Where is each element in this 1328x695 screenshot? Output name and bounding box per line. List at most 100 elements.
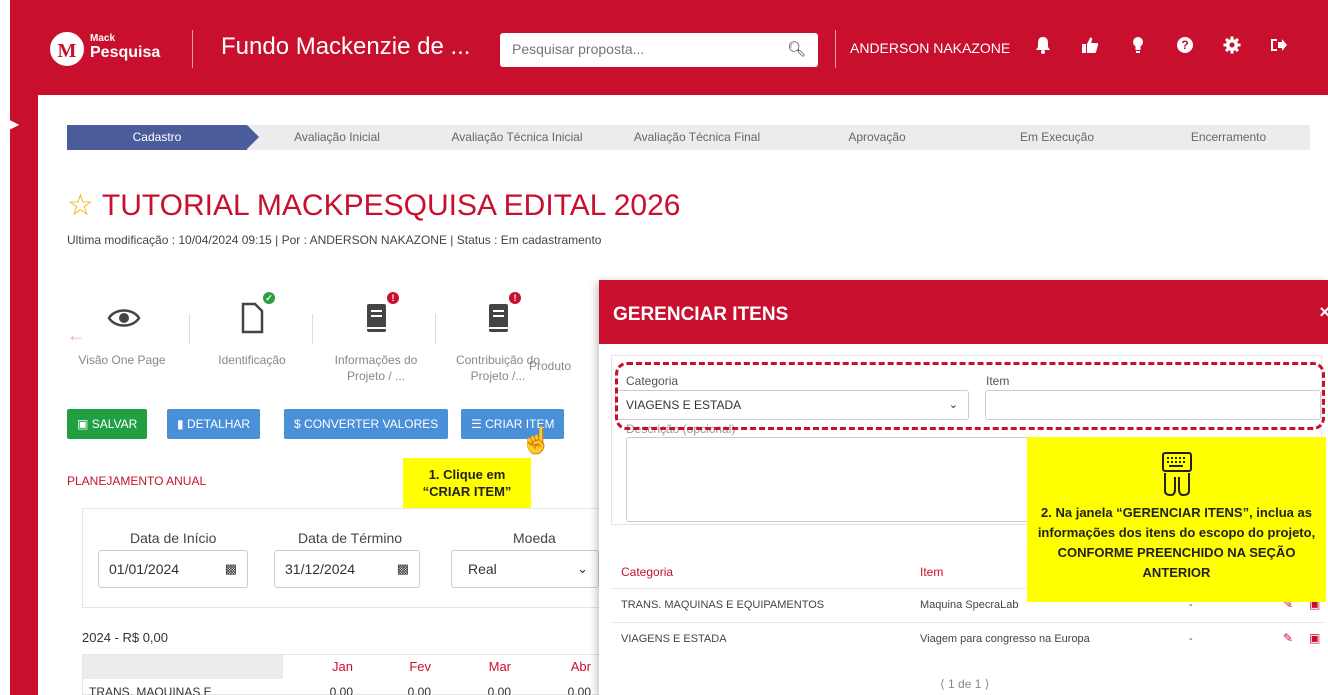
- error-badge-icon: !: [387, 292, 399, 304]
- table-header-category: Categoria: [621, 565, 674, 579]
- month-header: Mar: [488, 659, 511, 674]
- project-title: TUTORIAL MACKPESQUISA EDITAL 2026: [101, 189, 681, 222]
- section-produto[interactable]: Produto: [529, 300, 589, 374]
- user-name[interactable]: ANDERSON NAKAZONE: [850, 40, 1010, 56]
- step-avaliacao-tecnica-inicial[interactable]: Avaliação Técnica Inicial: [427, 125, 619, 150]
- close-icon[interactable]: ×: [1319, 302, 1328, 323]
- calendar-icon[interactable]: ▩: [225, 551, 237, 587]
- step-label: Avaliação Técnica Final: [633, 130, 761, 144]
- step-em-execucao[interactable]: Em Execução: [967, 125, 1159, 150]
- touch-keyboard-icon: [1153, 451, 1201, 499]
- step-label: Encerramento: [1190, 130, 1267, 144]
- chevron-down-icon: ⌄: [577, 561, 588, 576]
- row-extra: -: [1189, 633, 1193, 645]
- book-icon: !: [361, 292, 399, 336]
- divider: [835, 30, 836, 68]
- book-icon: !: [483, 292, 521, 336]
- step-encerramento[interactable]: Encerramento: [1147, 125, 1310, 150]
- brand[interactable]: Mack Pesquisa: [90, 34, 160, 61]
- row-label: TRANS. MAQUINAS E: [89, 685, 212, 695]
- callout-line: “CRIAR ITEM”: [422, 484, 512, 499]
- edit-icon[interactable]: ✎: [1283, 631, 1293, 645]
- section-label: Visão One Page: [78, 353, 166, 367]
- favorite-star-icon[interactable]: ☆: [67, 189, 94, 222]
- error-badge-icon: !: [509, 292, 521, 304]
- month-header: Abr: [570, 659, 591, 674]
- divider: [435, 314, 436, 344]
- section-informacoes[interactable]: ! Informações do Projeto / ...: [321, 292, 431, 384]
- section-label: Identificação: [218, 353, 286, 367]
- comment-icon: ▮: [177, 417, 184, 431]
- month-header: Fev: [409, 659, 431, 674]
- bell-icon[interactable]: [1032, 36, 1054, 58]
- end-date-value: 31/12/2024: [285, 561, 356, 577]
- step-aprovacao[interactable]: Aprovação: [787, 125, 979, 150]
- document-icon: ✓: [237, 292, 275, 336]
- start-date-value: 01/01/2024: [109, 561, 180, 577]
- search-input[interactable]: [512, 41, 782, 57]
- convert-values-button[interactable]: $ CONVERTER VALORES: [284, 409, 449, 439]
- thumbs-up-icon[interactable]: [1079, 36, 1101, 58]
- section-visao-one-page[interactable]: Visão One Page: [67, 300, 177, 368]
- month-value: 0,00: [487, 685, 511, 695]
- top-header: M Mack Pesquisa Fundo Mackenzie de ... 🔍…: [10, 0, 1328, 95]
- row-item: Maquina SpecraLab: [920, 599, 1019, 611]
- start-date-label: Data de Início: [130, 530, 217, 546]
- brand-small: Mack: [90, 33, 116, 44]
- currency-value: Real: [468, 561, 497, 577]
- year-summary: 2024 - R$ 0,00: [82, 630, 169, 645]
- row-item: Viagem para congresso na Europa: [920, 633, 1090, 645]
- step-cadastro[interactable]: Cadastro: [67, 125, 259, 150]
- month-value: 0,00: [567, 685, 591, 695]
- save-label: SALVAR: [91, 417, 138, 431]
- detail-button[interactable]: ▮ DETALHAR: [167, 409, 261, 439]
- callout-text: 2. Na janela “GERENCIAR ITENS”, inclua a…: [1037, 505, 1316, 580]
- table-header-blank: [83, 655, 283, 679]
- save-button[interactable]: ▣ SALVAR: [67, 409, 148, 439]
- section-label: Informações do Projeto / ...: [334, 353, 418, 383]
- sidebar-toggle-icon[interactable]: ▶: [10, 117, 22, 133]
- logout-icon[interactable]: [1267, 36, 1289, 58]
- instruction-callout-2: 2. Na janela “GERENCIAR ITENS”, inclua a…: [1027, 437, 1326, 602]
- search-box[interactable]: 🔍︎: [500, 33, 818, 67]
- step-label: Em Execução: [1019, 130, 1095, 144]
- planning-title: PLANEJAMENTO ANUAL: [67, 474, 207, 488]
- modal-header: GERENCIAR ITENS ×: [599, 280, 1328, 344]
- brand-big: Pesquisa: [90, 44, 161, 61]
- divider: [312, 314, 313, 344]
- currency-select[interactable]: Real ⌄: [451, 550, 599, 588]
- side-rail: [10, 0, 38, 695]
- page-subtitle: Ultima modificação : 10/04/2024 09:15 | …: [67, 233, 602, 247]
- start-date-field[interactable]: 01/01/2024 ▩: [98, 550, 248, 588]
- dollar-icon: $: [294, 417, 301, 431]
- workflow-steps: Cadastro Avaliação Inicial Avaliação Téc…: [67, 125, 1310, 150]
- callout-line: 1. Clique em: [428, 467, 506, 482]
- monthly-table: Jan Fev Mar Abr TRANS. MAQUINAS E 0,00 0…: [82, 654, 602, 695]
- section-label: Produto: [529, 359, 572, 373]
- help-icon[interactable]: ?: [1174, 36, 1196, 58]
- gear-icon[interactable]: [1221, 36, 1243, 58]
- eye-icon: [107, 300, 141, 336]
- step-avaliacao-inicial[interactable]: Avaliação Inicial: [247, 125, 439, 150]
- svg-text:?: ?: [1181, 38, 1188, 52]
- currency-label: Moeda: [513, 530, 556, 546]
- end-date-field[interactable]: 31/12/2024 ▩: [274, 550, 420, 588]
- search-icon[interactable]: 🔍︎: [787, 40, 806, 58]
- lightbulb-icon[interactable]: [1127, 36, 1149, 58]
- step-avaliacao-tecnica-final[interactable]: Avaliação Técnica Final: [607, 125, 799, 150]
- section-identificacao[interactable]: ✓ Identificação: [197, 292, 307, 368]
- divider: [189, 314, 190, 344]
- page-title: ☆ TUTORIAL MACKPESQUISA EDITAL 2026: [67, 188, 680, 223]
- page-indicator: 1 de 1: [948, 677, 982, 691]
- save-icon: ▣: [77, 417, 89, 431]
- section-nav: Visão One Page ✓ Identificação ! Informa…: [67, 292, 607, 400]
- month-value: 0,00: [329, 685, 353, 695]
- prev-page-icon[interactable]: ⟨: [940, 677, 945, 691]
- next-page-icon[interactable]: ⟩: [985, 677, 990, 691]
- convert-label: CONVERTER VALORES: [304, 417, 439, 431]
- highlight-dashed-border: [615, 362, 1325, 430]
- calendar-icon[interactable]: ▩: [397, 551, 409, 587]
- mackenzie-logo[interactable]: M: [50, 32, 84, 66]
- app-title: Fundo Mackenzie de ...: [221, 33, 471, 60]
- trash-icon[interactable]: ▣: [1309, 631, 1320, 645]
